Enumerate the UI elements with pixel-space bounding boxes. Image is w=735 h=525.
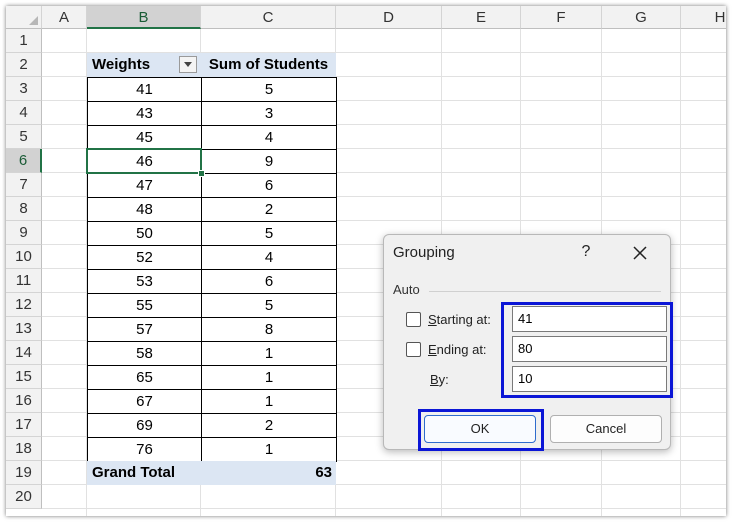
column-header-f[interactable]: F [521,6,602,29]
dialog-title: Grouping [393,244,455,261]
active-cell-selection[interactable] [86,148,202,174]
row-header-12[interactable]: 12 [6,293,42,317]
pivot-students-cell[interactable]: 2 [201,197,337,222]
auto-group-label: Auto [393,282,420,297]
pivot-weight-cell[interactable]: 52 [87,245,202,270]
gridline-vertical [680,29,681,516]
row-header-14[interactable]: 14 [6,341,42,365]
row-header-11[interactable]: 11 [6,269,42,293]
row-header-15[interactable]: 15 [6,365,42,389]
pivot-students-cell[interactable]: 1 [201,365,337,390]
ending-at-label: Ending at: [428,342,487,357]
row-header-13[interactable]: 13 [6,317,42,341]
ok-highlight [418,409,544,451]
pivot-weight-cell[interactable]: 67 [87,389,202,414]
pivot-weight-cell[interactable]: 58 [87,341,202,366]
spreadsheet-window: A B C D E F G H 1 2 3 4 5 6 7 8 9 10 11 12 13 14 15 16 17 18 19 20 W… [6,6,726,516]
row-header-19[interactable]: 19 [6,461,42,485]
pivot-students-cell[interactable]: 6 [201,173,337,198]
by-label: By: [430,372,449,387]
pivot-weight-cell[interactable]: 55 [87,293,202,318]
column-header-d[interactable]: D [336,6,442,29]
column-header-c[interactable]: C [201,6,336,29]
pivot-students-cell[interactable]: 2 [201,413,337,438]
pivot-weight-cell[interactable]: 50 [87,221,202,246]
grouping-dialog: Grouping ? Auto Starting at: Ending at: … [383,234,673,451]
row-header-17[interactable]: 17 [6,413,42,437]
pivot-students-cell[interactable]: 5 [201,293,337,318]
pivot-weight-cell[interactable]: 43 [87,101,202,126]
close-icon[interactable] [629,242,651,264]
select-all-triangle-icon [29,16,38,25]
pivot-students-cell[interactable]: 1 [201,341,337,366]
grand-total-value: 63 [201,461,336,485]
pivot-students-cell[interactable]: 6 [201,269,337,294]
pivot-students-cell[interactable]: 5 [201,77,337,102]
row-header-8[interactable]: 8 [6,197,42,221]
pivot-students-cell[interactable]: 9 [201,149,337,174]
cancel-button[interactable]: Cancel [550,415,662,443]
gridline-horizontal [42,508,726,509]
column-header-g[interactable]: G [602,6,681,29]
group-divider [429,291,661,292]
pivot-weight-cell[interactable]: 41 [87,77,202,102]
starting-at-checkbox[interactable] [406,312,421,327]
row-header-1[interactable]: 1 [6,29,42,53]
row-header-9[interactable]: 9 [6,221,42,245]
row-header-16[interactable]: 16 [6,389,42,413]
select-all-button[interactable] [6,6,42,29]
pivot-weight-cell[interactable]: 65 [87,365,202,390]
pivot-students-cell[interactable]: 3 [201,101,337,126]
help-button[interactable]: ? [578,243,594,261]
pivot-students-cell[interactable]: 4 [201,245,337,270]
ending-at-checkbox[interactable] [406,342,421,357]
weights-filter-button[interactable] [179,56,197,73]
pivot-students-cell[interactable]: 1 [201,389,337,414]
column-header-e[interactable]: E [442,6,521,29]
starting-at-label: Starting at: [428,312,491,327]
row-header-6[interactable]: 6 [6,149,42,173]
row-header-3[interactable]: 3 [6,77,42,101]
pivot-weight-cell[interactable]: 47 [87,173,202,198]
pivot-students-cell[interactable]: 5 [201,221,337,246]
row-header-7[interactable]: 7 [6,173,42,197]
dropdown-arrow-icon [184,62,192,67]
pivot-weight-cell[interactable]: 69 [87,413,202,438]
fields-highlight [501,302,673,398]
column-header-a[interactable]: A [42,6,87,29]
pivot-weight-cell[interactable]: 76 [87,437,202,462]
pivot-weight-cell[interactable]: 48 [87,197,202,222]
row-header-4[interactable]: 4 [6,101,42,125]
fill-handle[interactable] [198,170,205,177]
pivot-weight-cell[interactable]: 57 [87,317,202,342]
column-header-b[interactable]: B [87,6,201,29]
column-header-h[interactable]: H [681,6,726,29]
row-header-5[interactable]: 5 [6,125,42,149]
pivot-header-sum-of-students: Sum of Students [201,53,336,77]
row-header-10[interactable]: 10 [6,245,42,269]
pivot-students-cell[interactable]: 4 [201,125,337,150]
row-header-2[interactable]: 2 [6,53,42,77]
pivot-weight-cell[interactable]: 45 [87,125,202,150]
row-header-20[interactable]: 20 [6,485,42,509]
row-header-18[interactable]: 18 [6,437,42,461]
pivot-weight-cell[interactable]: 53 [87,269,202,294]
grand-total-label: Grand Total [87,461,201,485]
pivot-students-cell[interactable]: 8 [201,317,337,342]
pivot-students-cell[interactable]: 1 [201,437,337,462]
